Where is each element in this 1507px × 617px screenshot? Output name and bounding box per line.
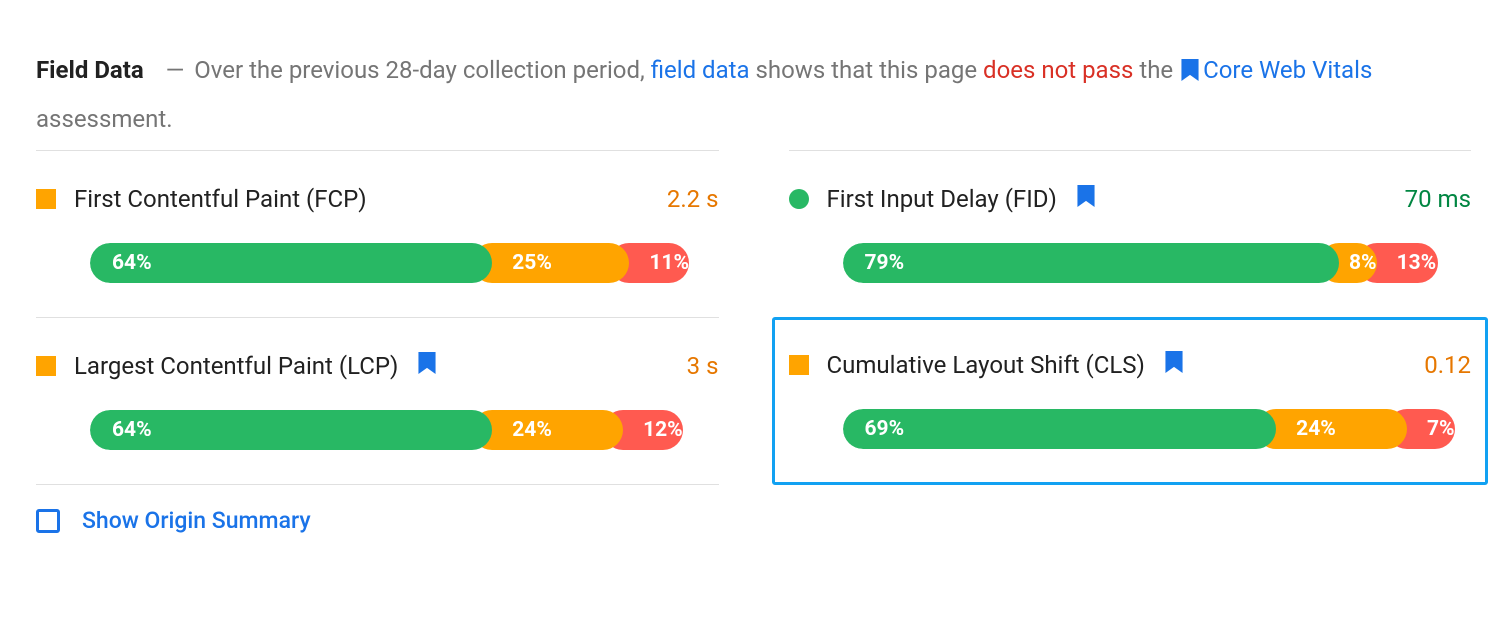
status-needs-improvement-icon	[789, 355, 809, 375]
metric-value: 0.12	[1424, 351, 1471, 379]
status-good-icon	[789, 189, 809, 209]
status-needs-improvement-icon	[36, 189, 56, 209]
metric-header: Largest Contentful Paint (LCP) 3 s	[36, 352, 719, 380]
metric-lcp[interactable]: Largest Contentful Paint (LCP) 3 s 64% 2…	[36, 317, 719, 485]
distribution-bar: 69% 24% 7%	[843, 409, 1472, 449]
bookmark-icon	[1181, 51, 1199, 97]
segment-good: 69%	[843, 409, 1277, 449]
header-text-1: Over the previous 28-day collection peri…	[194, 56, 644, 84]
distribution-bar: 79% 8% 13%	[843, 243, 1472, 283]
dash: —	[166, 56, 185, 84]
segment-good: 79%	[843, 243, 1340, 283]
metric-header: First Input Delay (FID) 70 ms	[789, 185, 1472, 213]
metrics-grid: First Contentful Paint (FCP) 2.2 s 64% 2…	[36, 150, 1471, 485]
distribution-bar: 64% 25% 11%	[90, 243, 719, 283]
metric-name: Largest Contentful Paint (LCP)	[74, 352, 398, 380]
segment-ni: 24%	[472, 410, 623, 450]
metric-value: 3 s	[687, 352, 719, 380]
metric-value: 2.2 s	[667, 185, 719, 213]
metric-fid[interactable]: First Input Delay (FID) 70 ms 79% 8% 13%	[789, 150, 1472, 317]
segment-good: 64%	[90, 243, 492, 283]
show-origin-summary-toggle[interactable]: Show Origin Summary	[36, 507, 1471, 534]
core-web-vitals-link[interactable]: Core Web Vitals	[1203, 56, 1372, 84]
metric-value: 70 ms	[1405, 185, 1471, 213]
field-data-header: Field Data — Over the previous 28-day co…	[36, 48, 1471, 142]
bookmark-icon	[418, 352, 436, 380]
segment-ni: 25%	[472, 243, 629, 283]
metric-name: Cumulative Layout Shift (CLS)	[827, 351, 1145, 379]
show-origin-summary-label: Show Origin Summary	[82, 507, 311, 534]
metric-header: First Contentful Paint (FCP) 2.2 s	[36, 185, 719, 213]
section-title: Field Data	[36, 56, 144, 84]
header-text-3: the	[1139, 56, 1173, 84]
metric-fcp[interactable]: First Contentful Paint (FCP) 2.2 s 64% 2…	[36, 150, 719, 317]
segment-good: 64%	[90, 410, 492, 450]
header-text-4: assessment.	[36, 105, 173, 133]
bookmark-icon	[1077, 185, 1095, 213]
metric-name: First Input Delay (FID)	[827, 185, 1057, 213]
checkbox-unchecked-icon[interactable]	[36, 509, 60, 533]
metric-cls-highlighted[interactable]: Cumulative Layout Shift (CLS) 0.12 69% 2…	[772, 317, 1489, 485]
metric-header: Cumulative Layout Shift (CLS) 0.12	[789, 351, 1472, 379]
header-text-2: shows that this page	[756, 56, 978, 84]
assessment-status: does not pass	[983, 56, 1133, 84]
distribution-bar: 64% 24% 12%	[90, 410, 719, 450]
bookmark-icon	[1165, 351, 1183, 379]
status-needs-improvement-icon	[36, 356, 56, 376]
segment-ni: 24%	[1256, 409, 1407, 449]
metric-name: First Contentful Paint (FCP)	[74, 185, 367, 213]
field-data-link[interactable]: field data	[651, 56, 750, 84]
